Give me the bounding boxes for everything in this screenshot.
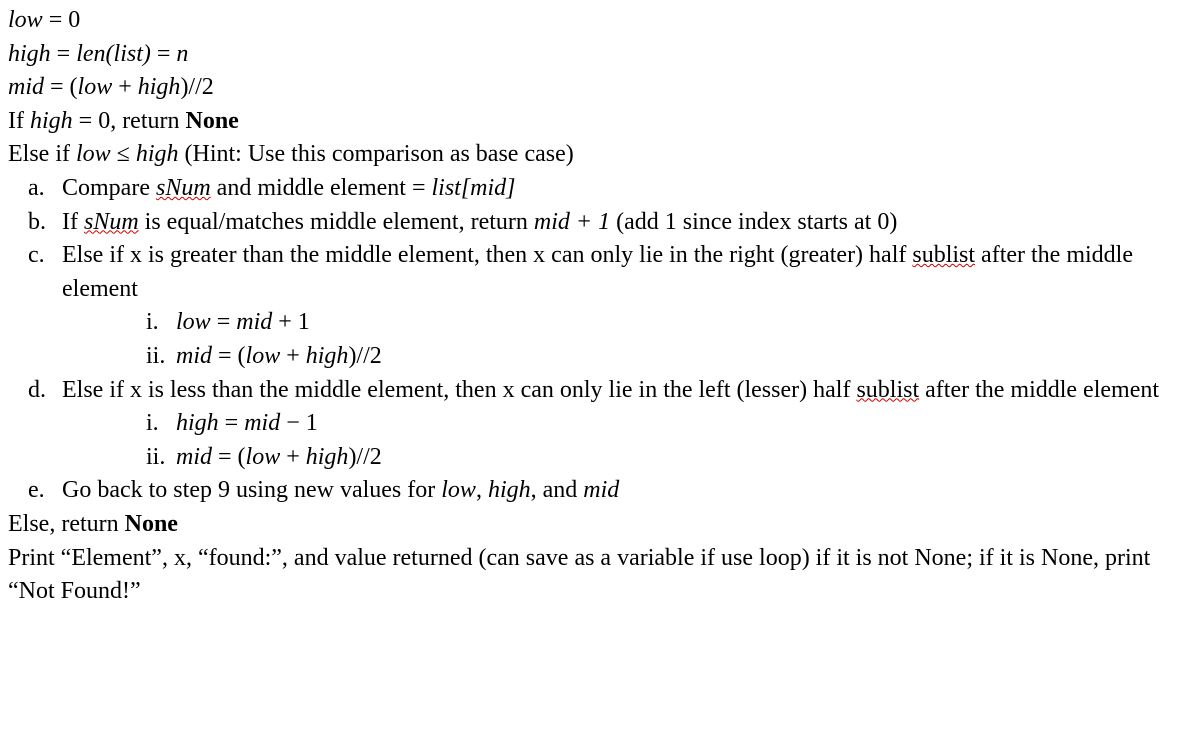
item-c: c. Else if x is greater than the middle …	[56, 239, 1192, 373]
marker-b: b.	[28, 206, 46, 240]
text: Go back to step 9 using new values for	[62, 477, 441, 503]
hint-text: (Hint: Use this comparison as base case)	[179, 141, 574, 167]
text: − 1	[280, 410, 318, 436]
text: =	[51, 41, 77, 67]
text: =	[219, 410, 245, 436]
expr-list-mid: list[mid]	[431, 175, 515, 201]
marker-e: e.	[28, 474, 45, 508]
var-mid: mid	[236, 309, 272, 335]
marker-dii: ii.	[146, 441, 165, 475]
spell-sublist: sublist	[856, 377, 919, 403]
text: =	[151, 41, 177, 67]
text: )//2	[348, 444, 381, 470]
algo-line-1: low = 0	[8, 4, 1192, 38]
var-mid: mid	[176, 343, 212, 369]
text: Else, return	[8, 511, 125, 537]
var-low: low	[441, 477, 476, 503]
text: If	[62, 209, 84, 235]
text: = (	[212, 444, 246, 470]
text: ,	[476, 477, 488, 503]
var-mid: mid	[8, 74, 44, 100]
text: , and	[531, 477, 584, 503]
var-high: high	[30, 108, 73, 134]
var-mid: mid	[244, 410, 280, 436]
marker-a: a.	[28, 172, 45, 206]
text: = (	[44, 74, 78, 100]
kw-none: None	[125, 511, 178, 537]
algo-line-3: mid = (low + high)//2	[8, 71, 1192, 105]
item-di: i. high = mid − 1	[176, 407, 1192, 441]
marker-c: c.	[28, 239, 45, 273]
item-b: b. If sNum is equal/matches middle eleme…	[56, 206, 1192, 240]
sublist-a: a. Compare sNum and middle element = lis…	[8, 172, 1192, 508]
item-ci: i. low = mid + 1	[176, 306, 1192, 340]
var-high: high	[306, 343, 349, 369]
kw-none: None	[186, 108, 239, 134]
marker-di: i.	[146, 407, 159, 441]
var-low: low	[176, 309, 211, 335]
var-high: high	[306, 444, 349, 470]
print-text: Print “Element”, x, “found:”, and value …	[8, 545, 1150, 605]
func-len: len(list)	[76, 41, 151, 67]
var-low: low	[246, 444, 281, 470]
var-high: high	[488, 477, 531, 503]
var-low: low	[8, 7, 43, 33]
text: (add 1 since index starts at 0)	[610, 209, 897, 235]
text: Else if x is less than the middle elemen…	[62, 377, 856, 403]
algo-line-else: Else, return None	[8, 508, 1192, 542]
item-e: e. Go back to step 9 using new values fo…	[56, 474, 1192, 508]
text: ≤	[111, 141, 136, 167]
var-low: low	[78, 74, 113, 100]
sublist-c-i: i. low = mid + 1 ii. mid = (low + high)/…	[56, 306, 1192, 373]
spell-sublist: sublist	[912, 242, 975, 268]
algo-line-print: Print “Element”, x, “found:”, and value …	[8, 542, 1192, 609]
var-high: high	[136, 141, 179, 167]
item-a: a. Compare sNum and middle element = lis…	[56, 172, 1192, 206]
var-high: high	[176, 410, 219, 436]
sublist-d-i: i. high = mid − 1 ii. mid = (low + high)…	[56, 407, 1192, 474]
text: Else if	[8, 141, 76, 167]
text: If	[8, 108, 30, 134]
var-mid: mid	[176, 444, 212, 470]
text: +	[112, 74, 138, 100]
text: Compare	[62, 175, 156, 201]
text: after the middle element	[919, 377, 1159, 403]
var-snum: sNum	[84, 209, 139, 235]
marker-ci: i.	[146, 306, 159, 340]
text: + 1	[272, 309, 310, 335]
algo-line-5: Else if low ≤ high (Hint: Use this compa…	[8, 138, 1192, 172]
text: = 0, return	[73, 108, 186, 134]
marker-cii: ii.	[146, 340, 165, 374]
var-high: high	[138, 74, 181, 100]
text: is equal/matches middle element, return	[139, 209, 534, 235]
text: )//2	[180, 74, 213, 100]
item-dii: ii. mid = (low + high)//2	[176, 441, 1192, 475]
var-low: low	[76, 141, 111, 167]
item-cii: ii. mid = (low + high)//2	[176, 340, 1192, 374]
algo-line-2: high = len(list) = n	[8, 38, 1192, 72]
text: +	[280, 343, 306, 369]
text: Else if x is greater than the middle ele…	[62, 242, 912, 268]
var-mid: mid	[583, 477, 619, 503]
var-n: n	[176, 41, 188, 67]
text: =	[211, 309, 237, 335]
var-low: low	[246, 343, 281, 369]
text: = (	[212, 343, 246, 369]
marker-d: d.	[28, 374, 46, 408]
var-high: high	[8, 41, 51, 67]
expr-mid-plus-1: mid + 1	[534, 209, 610, 235]
item-d: d. Else if x is less than the middle ele…	[56, 374, 1192, 475]
text: and middle element =	[211, 175, 432, 201]
text: +	[280, 444, 306, 470]
algo-line-4: If high = 0, return None	[8, 105, 1192, 139]
text: = 0	[43, 7, 81, 33]
var-snum: sNum	[156, 175, 211, 201]
text: )//2	[348, 343, 381, 369]
